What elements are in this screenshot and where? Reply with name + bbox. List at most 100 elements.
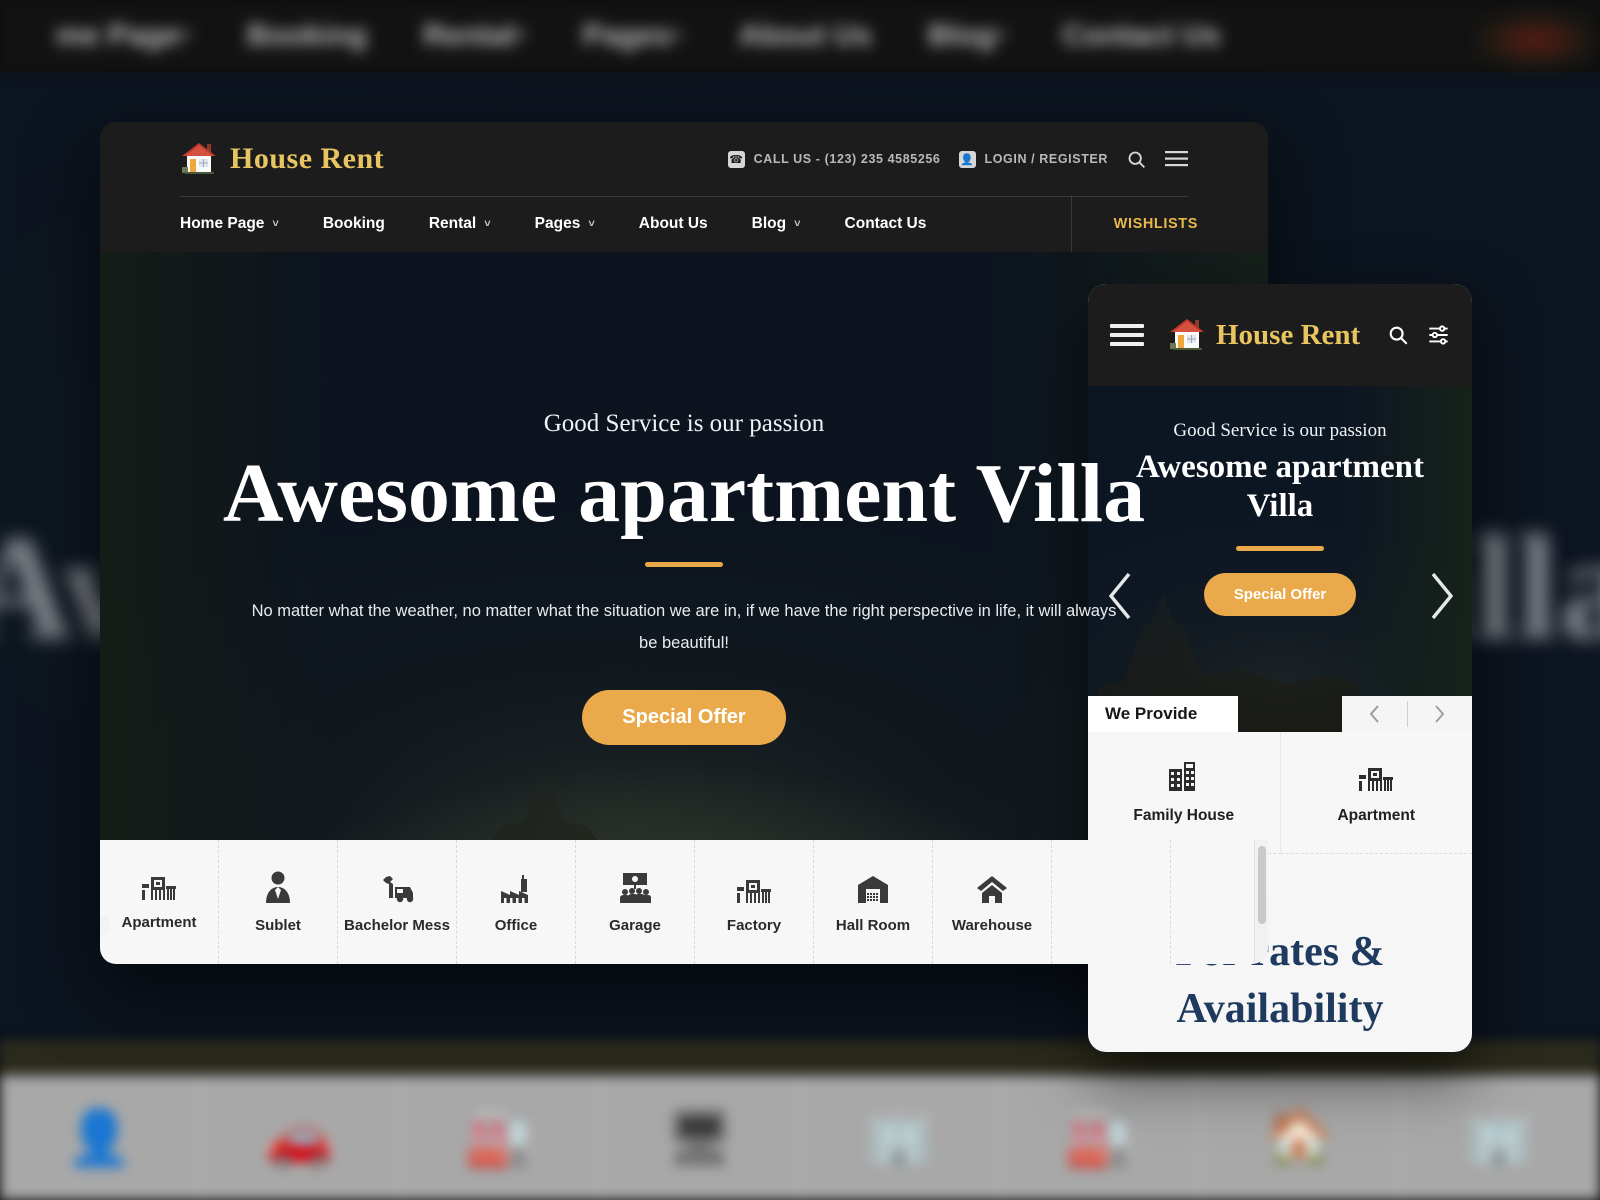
we-provide-pagination bbox=[1342, 696, 1472, 732]
mobile-special-offer-button[interactable]: Special Offer bbox=[1203, 572, 1357, 616]
we-provide-grid: Family House Apartment bbox=[1088, 732, 1472, 854]
background-category-cell: 🏢 bbox=[800, 1075, 1000, 1200]
desktop-header-utilities: ☎ CALL US - (123) 235 4585256 👤 LOGIN / … bbox=[727, 149, 1268, 170]
login-register-link[interactable]: 👤 LOGIN / REGISTER bbox=[958, 150, 1109, 168]
desktop-brand[interactable]: House Rent bbox=[180, 141, 384, 177]
wishlists-label: WISHLISTS bbox=[1113, 216, 1198, 232]
nav-label: About Us bbox=[638, 215, 708, 232]
background-category-cell: 🏠 bbox=[1200, 1075, 1400, 1200]
chevron-down-icon: ˅ bbox=[588, 218, 595, 230]
wrench-car-icon bbox=[380, 867, 414, 903]
category-label: Apartment bbox=[121, 914, 197, 931]
category-bar-scrollbar[interactable] bbox=[1254, 840, 1268, 964]
chevron-right-icon[interactable] bbox=[1426, 570, 1456, 622]
person-tie-icon: 👤 bbox=[65, 1107, 134, 1168]
nav-label: Booking bbox=[322, 215, 385, 232]
category-label: Hall Room bbox=[835, 916, 911, 934]
nav-label: Home Page bbox=[180, 215, 265, 232]
background-top-nav: me Page ˅ Booking Rental ˅ Pages ˅ About Us… bbox=[0, 0, 1600, 72]
nav-label: Pages bbox=[534, 215, 581, 232]
mobile-hero-eyebrow: Good Service is our passion bbox=[1173, 420, 1387, 441]
category-item-factory[interactable]: Factory bbox=[695, 840, 814, 964]
city-buildings-icon bbox=[1168, 761, 1200, 791]
search-icon[interactable] bbox=[1126, 149, 1147, 170]
category-item-sublet[interactable]: Sublet bbox=[219, 840, 338, 964]
house-icon bbox=[180, 141, 220, 177]
chevron-down-icon: ˅ bbox=[484, 218, 491, 230]
hero-divider-rule bbox=[645, 562, 723, 568]
background-category-cell: 🖥 bbox=[600, 1075, 800, 1200]
home-icon: 🏠 bbox=[1265, 1107, 1334, 1168]
background-nav-item: Blog bbox=[927, 19, 995, 52]
desktop-brand-name: House Rent bbox=[230, 142, 385, 175]
person-tie-icon bbox=[263, 867, 293, 903]
provide-label: Apartment bbox=[1337, 806, 1415, 824]
wishlists-button[interactable]: WISHLISTS bbox=[1070, 196, 1268, 252]
provide-item-apartment[interactable]: Apartment bbox=[1280, 732, 1472, 854]
nav-item-booking[interactable]: Booking bbox=[323, 215, 385, 233]
category-item-bachelor-mess[interactable]: Bachelor Mess bbox=[338, 840, 457, 964]
apartment-building-icon bbox=[142, 864, 176, 900]
chevron-down-icon: ˅ bbox=[272, 218, 279, 230]
special-offer-button[interactable]: Special Offer bbox=[582, 689, 786, 745]
nav-label: Rental bbox=[428, 215, 477, 232]
nav-item-pages[interactable]: Pages ˅ bbox=[535, 215, 595, 233]
search-icon[interactable] bbox=[1387, 324, 1409, 346]
phone-icon: ☎ bbox=[727, 150, 745, 168]
nav-label: Blog bbox=[751, 215, 787, 232]
category-item-warehouse[interactable]: Warehouse bbox=[933, 840, 1052, 964]
mobile-hero-content: Good Service is our passion Awesome apar… bbox=[1088, 386, 1472, 616]
background-category-cell: 👤 bbox=[0, 1075, 200, 1200]
we-provide-heading: We Provide bbox=[1088, 696, 1238, 732]
conference-screen-icon: 🖥 bbox=[665, 1107, 734, 1168]
category-label: Office bbox=[494, 916, 538, 934]
sliders-filter-icon[interactable] bbox=[1427, 324, 1450, 346]
category-item-partial[interactable] bbox=[1052, 840, 1171, 964]
background-nav-item: me Page bbox=[56, 19, 180, 52]
chevron-left-icon[interactable] bbox=[1342, 704, 1407, 724]
provide-item-family-house[interactable]: Family House bbox=[1088, 732, 1281, 854]
apartment-building-icon: 🏢 bbox=[1465, 1107, 1534, 1168]
factory-icon: 🏭 bbox=[465, 1107, 534, 1168]
call-us-info[interactable]: ☎ CALL US - (123) 235 4585256 bbox=[727, 150, 941, 168]
background-nav-item: Booking bbox=[247, 19, 368, 52]
mobile-hero-divider-rule bbox=[1236, 545, 1324, 551]
login-register-text: LOGIN / REGISTER bbox=[984, 152, 1108, 166]
desktop-main-nav: Home Page ˅ Booking Rental ˅ Pages ˅ Abo… bbox=[100, 196, 1268, 252]
chevron-right-icon[interactable] bbox=[1408, 704, 1473, 724]
background-nav-item: Pages bbox=[582, 19, 671, 52]
background-glow bbox=[1470, 10, 1600, 70]
warehouse-icon: 🏭 bbox=[1065, 1107, 1134, 1168]
category-item-hall-room[interactable]: Hall Room bbox=[814, 840, 933, 964]
apartment-building-icon: 🏢 bbox=[865, 1107, 934, 1168]
background-nav-item: About Us bbox=[738, 19, 872, 52]
desktop-category-bar: Apartment Sublet Bachelor Mess Office Ga… bbox=[100, 840, 1268, 964]
provide-label: Family House bbox=[1133, 806, 1235, 824]
category-item-garage[interactable]: Garage bbox=[576, 840, 695, 964]
nav-item-about-us[interactable]: About Us bbox=[639, 215, 708, 233]
background-category-cell: 🏭 bbox=[1000, 1075, 1200, 1200]
category-item-office[interactable]: Office bbox=[457, 840, 576, 964]
chevron-left-icon[interactable] bbox=[1106, 570, 1136, 622]
category-item-apartment[interactable]: Apartment bbox=[100, 840, 219, 964]
nav-item-blog[interactable]: Blog ˅ bbox=[752, 215, 801, 233]
category-label: Garage bbox=[609, 916, 661, 934]
category-label: Sublet bbox=[255, 916, 301, 934]
warehouse-icon bbox=[857, 867, 889, 903]
mobile-header-icons bbox=[1387, 324, 1450, 346]
nav-item-contact-us[interactable]: Contact Us bbox=[845, 215, 927, 233]
category-label: Factory bbox=[726, 916, 782, 934]
hamburger-menu-icon[interactable] bbox=[1165, 151, 1188, 167]
nav-item-home-page[interactable]: Home Page ˅ bbox=[180, 215, 279, 233]
nav-item-rental[interactable]: Rental ˅ bbox=[429, 215, 491, 233]
factory-icon bbox=[499, 867, 533, 903]
desktop-header: House Rent ☎ CALL US - (123) 235 4585256… bbox=[100, 122, 1268, 252]
background-category-cell: 🚗 bbox=[200, 1075, 400, 1200]
background-nav-item: Contact Us bbox=[1062, 19, 1221, 52]
conference-screen-icon bbox=[618, 867, 652, 903]
desktop-header-top-row: House Rent ☎ CALL US - (123) 235 4585256… bbox=[100, 122, 1268, 196]
chevron-down-icon: ˅ bbox=[794, 218, 801, 230]
category-label: Bachelor Mess bbox=[344, 916, 450, 934]
apartment-building-icon bbox=[737, 867, 771, 903]
call-us-text: CALL US - (123) 235 4585256 bbox=[753, 152, 941, 166]
